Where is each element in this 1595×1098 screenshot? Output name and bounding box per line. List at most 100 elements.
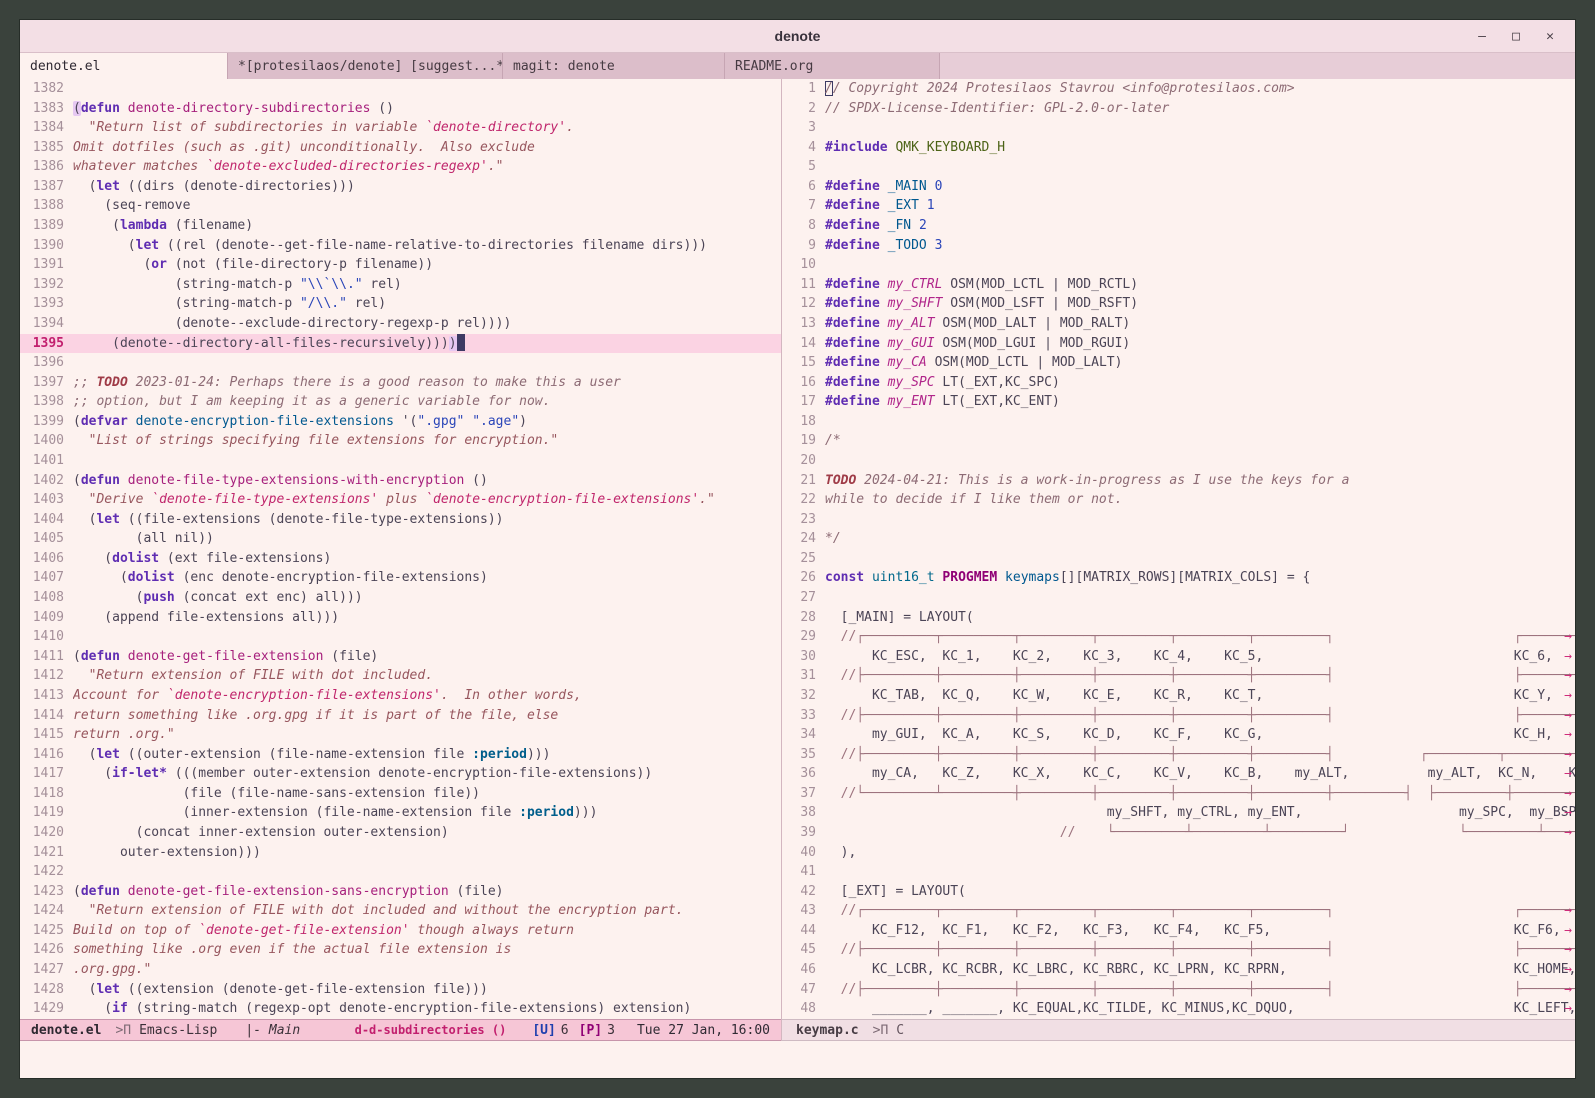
code-line[interactable]: 1390 (let ((rel (denote--get-file-name-r… xyxy=(20,236,781,256)
code-line[interactable]: 1416 (let ((outer-extension (file-name-e… xyxy=(20,745,781,765)
modeline-vc-branch[interactable]: |- Main xyxy=(245,1023,300,1038)
code-line[interactable]: 20 xyxy=(782,451,1575,471)
code-line[interactable]: 1403 "Derive `denote-file-type-extension… xyxy=(20,490,781,510)
code-line[interactable]: 5 xyxy=(782,157,1575,177)
code-line[interactable]: 45 //├─────────┼─────────┼─────────┼────… xyxy=(782,940,1575,960)
minimize-button[interactable]: – xyxy=(1471,25,1493,47)
tab-magit-denote[interactable]: magit: denote xyxy=(503,53,725,79)
code-line[interactable]: 12#define my_SHFT OSM(MOD_LSFT | MOD_RSF… xyxy=(782,294,1575,314)
code-line[interactable]: 1419 (inner-extension (file-name-extensi… xyxy=(20,803,781,823)
code-line[interactable]: 23 xyxy=(782,510,1575,530)
editor-window-denote-el[interactable]: 13821383(defun denote-directory-subdirec… xyxy=(20,79,781,1019)
code-line[interactable]: 1421 outer-extension))) xyxy=(20,843,781,863)
code-line[interactable]: 1406 (dolist (ext file-extensions) xyxy=(20,549,781,569)
code-line[interactable]: 1405 (all nil)) xyxy=(20,529,781,549)
code-line[interactable]: 1394 (denote--exclude-directory-regexp-p… xyxy=(20,314,781,334)
code-line[interactable]: 1// Copyright 2024 Protesilaos Stavrou <… xyxy=(782,79,1575,99)
code-line[interactable]: 10 xyxy=(782,255,1575,275)
code-line[interactable]: 1395 (denote--directory-all-files-recurs… xyxy=(20,334,781,354)
code-line[interactable]: 1402(defun denote-file-type-extensions-w… xyxy=(20,471,781,491)
code-line[interactable]: 1415return .org." xyxy=(20,725,781,745)
code-line[interactable]: 14#define my_GUI OSM(MOD_LGUI | MOD_RGUI… xyxy=(782,334,1575,354)
code-line[interactable]: 34 my_GUI, KC_A, KC_S, KC_D, KC_F, KC_G,… xyxy=(782,725,1575,745)
code-line[interactable]: 1387 (let ((dirs (denote-directories))) xyxy=(20,177,781,197)
code-line[interactable]: 29 //┌─────────┬─────────┬─────────┬────… xyxy=(782,627,1575,647)
code-line[interactable]: 19/* xyxy=(782,431,1575,451)
code-line[interactable]: 1408 (push (concat ext enc) all))) xyxy=(20,588,781,608)
code-line[interactable]: 1407 (dolist (enc denote-encryption-file… xyxy=(20,568,781,588)
code-line[interactable]: 40 ), xyxy=(782,843,1575,863)
code-line[interactable]: 32 KC_TAB, KC_Q, KC_W, KC_E, KC_R, KC_T,… xyxy=(782,686,1575,706)
code-line[interactable]: 41 xyxy=(782,862,1575,882)
code-line[interactable]: 4#include QMK_KEYBOARD_H xyxy=(782,138,1575,158)
code-line[interactable]: 33 //├─────────┼─────────┼─────────┼────… xyxy=(782,706,1575,726)
code-line[interactable]: 1392 (string-match-p "\\`\\." rel) xyxy=(20,275,781,295)
code-line[interactable]: 15#define my_CA OSM(MOD_LCTL | MOD_LALT) xyxy=(782,353,1575,373)
code-line[interactable]: 9#define _TODO 3 xyxy=(782,236,1575,256)
code-line[interactable]: 1420 (concat inner-extension outer-exten… xyxy=(20,823,781,843)
modeline-major-mode[interactable]: Emacs-Lisp xyxy=(139,1023,217,1038)
code-line[interactable]: 44 KC_F12, KC_F1, KC_F2, KC_F3, KC_F4, K… xyxy=(782,921,1575,941)
code-line[interactable]: 1418 (file (file-name-sans-extension fil… xyxy=(20,784,781,804)
code-line[interactable]: 16#define my_SPC LT(_EXT,KC_SPC) xyxy=(782,373,1575,393)
code-line[interactable]: 1424 "Return extension of FILE with dot … xyxy=(20,901,781,921)
code-line[interactable]: 1410 xyxy=(20,627,781,647)
code-line[interactable]: 27 xyxy=(782,588,1575,608)
tab-protesilaos-denote-suggest...[interactable]: *[protesilaos/denote] [suggest...* xyxy=(228,53,503,79)
modeline-major-mode[interactable]: C xyxy=(896,1023,904,1038)
code-line[interactable]: 24*/ xyxy=(782,529,1575,549)
code-line[interactable]: 11#define my_CTRL OSM(MOD_LCTL | MOD_RCT… xyxy=(782,275,1575,295)
editor-window-keymap-c[interactable]: 1// Copyright 2024 Protesilaos Stavrou <… xyxy=(781,79,1575,1019)
code-line[interactable]: 47 //├─────────┼─────────┼─────────┼────… xyxy=(782,980,1575,1000)
code-line[interactable]: 18 xyxy=(782,412,1575,432)
code-line[interactable]: 1386whatever matches `denote-excluded-di… xyxy=(20,157,781,177)
code-line[interactable]: 1384 "Return list of subdirectories in v… xyxy=(20,118,781,138)
code-line[interactable]: 1383(defun denote-directory-subdirectori… xyxy=(20,99,781,119)
code-line[interactable]: 13#define my_ALT OSM(MOD_LALT | MOD_RALT… xyxy=(782,314,1575,334)
code-line[interactable]: 1393 (string-match-p "/\\." rel) xyxy=(20,294,781,314)
code-line[interactable]: 1429 (if (string-match (regexp-opt denot… xyxy=(20,999,781,1019)
code-line[interactable]: 1425Build on top of `denote-get-file-ext… xyxy=(20,921,781,941)
code-line[interactable]: 1428 (let ((extension (denote-get-file-e… xyxy=(20,980,781,1000)
code-line[interactable]: 35 //├─────────┼─────────┼─────────┼────… xyxy=(782,745,1575,765)
code-line[interactable]: 1426something like .org even if the actu… xyxy=(20,940,781,960)
code-line[interactable]: 28 [_MAIN] = LAYOUT( xyxy=(782,608,1575,628)
code-line[interactable]: 1404 (let ((file-extensions (denote-file… xyxy=(20,510,781,530)
code-line[interactable]: 7#define _EXT 1 xyxy=(782,196,1575,216)
maximize-button[interactable]: □ xyxy=(1505,25,1527,47)
code-line[interactable]: 1396 xyxy=(20,353,781,373)
code-line[interactable]: 25 xyxy=(782,549,1575,569)
code-line[interactable]: 1413Account for `denote-encryption-file-… xyxy=(20,686,781,706)
code-line[interactable]: 48 _______, _______, KC_EQUAL,KC_TILDE, … xyxy=(782,999,1575,1019)
code-line[interactable]: 1385Omit dotfiles (such as .git) uncondi… xyxy=(20,138,781,158)
code-line[interactable]: 1400 "List of strings specifying file ex… xyxy=(20,431,781,451)
code-line[interactable]: 26const uint16_t PROGMEM keymaps[][MATRI… xyxy=(782,568,1575,588)
code-line[interactable]: 38 my_SHFT, my_CTRL, my_ENT, my_SPC, my_… xyxy=(782,803,1575,823)
code-line[interactable]: 1382 xyxy=(20,79,781,99)
modeline-buffer-name[interactable]: denote.el xyxy=(31,1023,101,1038)
code-line[interactable]: 1391 (or (not (file-directory-p filename… xyxy=(20,255,781,275)
code-line[interactable]: 39 // └─────────┴─────────┴─────────┘ └─… xyxy=(782,823,1575,843)
code-line[interactable]: 1397;; TODO 2023-01-24: Perhaps there is… xyxy=(20,373,781,393)
code-line[interactable]: 1427.org.gpg." xyxy=(20,960,781,980)
code-line[interactable]: 8#define _FN 2 xyxy=(782,216,1575,236)
code-line[interactable]: 43 //┌─────────┬─────────┬─────────┬────… xyxy=(782,901,1575,921)
code-line[interactable]: 1409 (append file-extensions all))) xyxy=(20,608,781,628)
code-line[interactable]: 30 KC_ESC, KC_1, KC_2, KC_3, KC_4, KC_5,… xyxy=(782,647,1575,667)
tab-denote.el[interactable]: denote.el xyxy=(20,53,228,79)
code-line[interactable]: 37 //└─────────┴─────────┼─────────┼────… xyxy=(782,784,1575,804)
code-line[interactable]: 17#define my_ENT LT(_EXT,KC_ENT) xyxy=(782,392,1575,412)
code-line[interactable]: 36 my_CA, KC_Z, KC_X, KC_C, KC_V, KC_B, … xyxy=(782,764,1575,784)
modeline-buffer-name[interactable]: keymap.c xyxy=(796,1023,859,1038)
code-line[interactable]: 1417 (if-let* (((member outer-extension … xyxy=(20,764,781,784)
tab-readme.org[interactable]: README.org xyxy=(725,53,940,79)
close-button[interactable]: ✕ xyxy=(1539,25,1561,47)
code-line[interactable]: 1422 xyxy=(20,862,781,882)
code-line[interactable]: 42 [_EXT] = LAYOUT( xyxy=(782,882,1575,902)
code-line[interactable]: 31 //├─────────┼─────────┼─────────┼────… xyxy=(782,666,1575,686)
code-line[interactable]: 1411(defun denote-get-file-extension (fi… xyxy=(20,647,781,667)
code-line[interactable]: 46 KC_LCBR, KC_RCBR, KC_LBRC, KC_RBRC, K… xyxy=(782,960,1575,980)
code-line[interactable]: 1399(defvar denote-encryption-file-exten… xyxy=(20,412,781,432)
code-line[interactable]: 3 xyxy=(782,118,1575,138)
code-line[interactable]: 1398;; option, but I am keeping it as a … xyxy=(20,392,781,412)
